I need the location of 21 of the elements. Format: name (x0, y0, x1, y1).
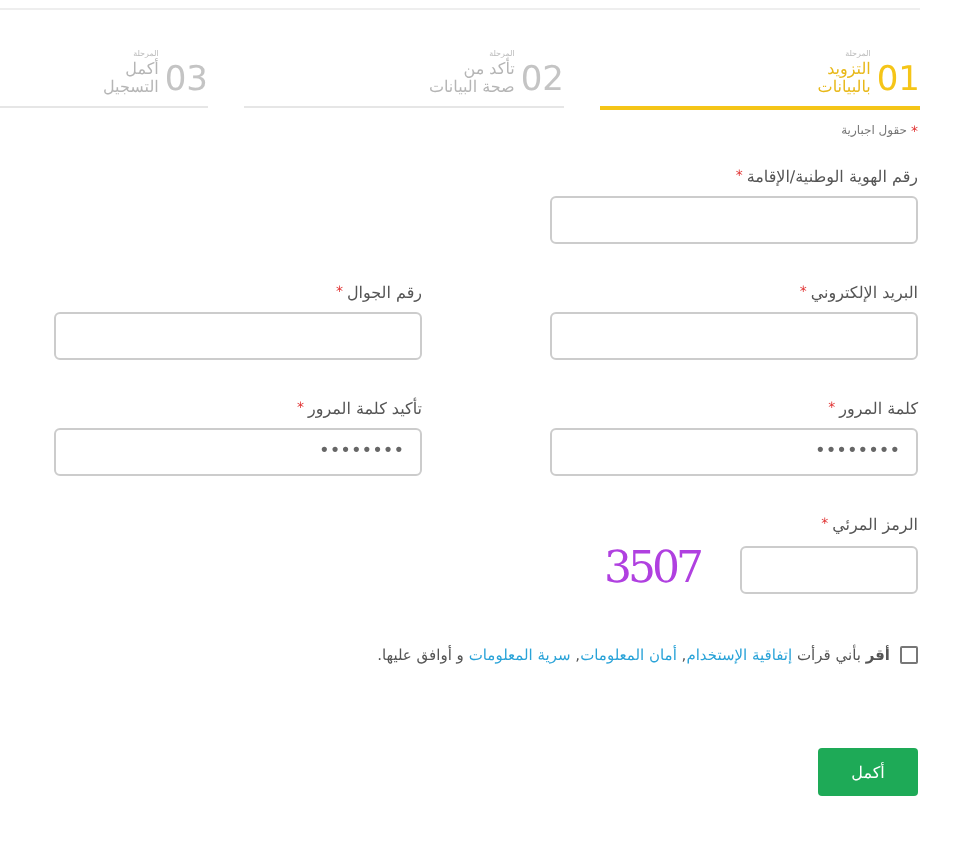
input-field[interactable] (550, 312, 918, 360)
step-title: أكمل التسجيل (101, 59, 159, 98)
field-label: البريد الإلكتروني (810, 284, 918, 302)
field-label: كلمة المرور (839, 400, 918, 418)
input-field[interactable]: •••••••• (54, 428, 422, 476)
field-label: رقم الجوال (346, 284, 422, 302)
input-field[interactable] (54, 312, 422, 360)
field-label: رقم الهوية الوطنية/الإقامة (746, 168, 918, 186)
step-title: التزويد بالبيانات (815, 59, 871, 98)
checkbox[interactable] (900, 646, 918, 664)
submit-button[interactable]: أكمل (818, 748, 918, 796)
field-label: تأكيد كلمة المرور (308, 400, 422, 418)
input-field[interactable]: •••••••• (550, 428, 918, 476)
field-label: الرمز المرئي (832, 516, 918, 534)
input-field[interactable] (550, 196, 918, 244)
step-number: 03 (164, 64, 208, 98)
step-number: 02 (520, 64, 564, 98)
captcha-field[interactable] (740, 545, 918, 593)
captcha-code: 3507 (604, 544, 700, 594)
step-number: 01 (876, 64, 920, 98)
step-title: تأكد من صحة البيانات (426, 59, 515, 98)
